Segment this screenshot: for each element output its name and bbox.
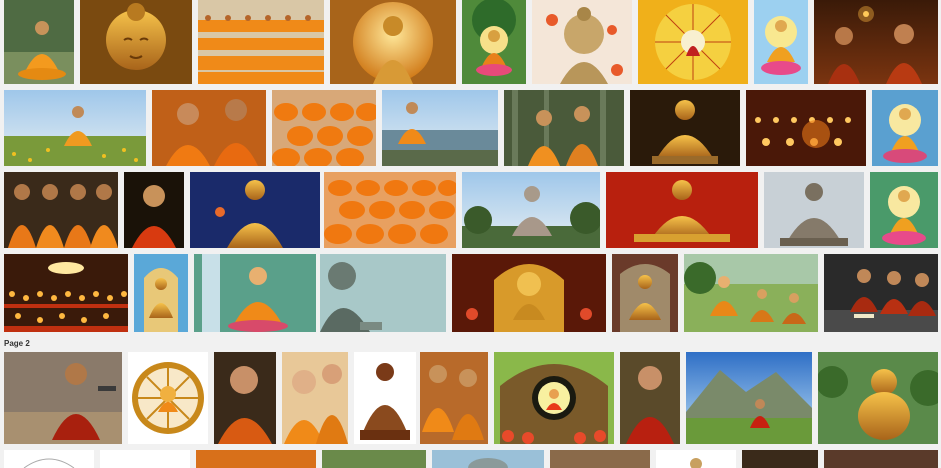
result-image-buddha-painting[interactable] (872, 90, 938, 166)
result-image-buddha-statue-petals[interactable] (532, 0, 632, 84)
result-image-eightfold-path-diagram[interactable] (638, 0, 748, 84)
result-image-buddha-tree-painting[interactable] (462, 0, 526, 84)
result-image-boy-monk-red[interactable] (620, 352, 680, 444)
result-image-monks-candles[interactable] (814, 0, 938, 84)
result-image-golden-buddha-red[interactable] (606, 172, 758, 248)
result-image-temple-shrine[interactable] (452, 254, 606, 332)
result-image-buddha-niche[interactable] (134, 254, 188, 332)
result-image-monk-meadow[interactable] (4, 90, 146, 166)
result-image-partial-6[interactable] (550, 450, 650, 468)
result-image-monks-crowd[interactable] (272, 90, 376, 166)
result-image-candle-rows[interactable] (746, 90, 866, 166)
result-image-partial-7[interactable] (656, 450, 736, 468)
result-image-praying-monks[interactable] (152, 90, 266, 166)
result-image-monks-rows[interactable] (198, 0, 324, 84)
results-row-1 (0, 0, 941, 84)
result-image-young-monk[interactable] (124, 172, 184, 248)
results-row-3 (0, 172, 941, 248)
result-image-bronze-buddha-white[interactable] (354, 352, 416, 444)
result-image-giant-buddha-mist[interactable] (320, 254, 446, 332)
result-image-many-armed-buddha[interactable] (330, 0, 456, 84)
result-image-monk-children-group[interactable] (420, 352, 488, 444)
result-image-cartoon-buddha-cave[interactable] (494, 352, 614, 444)
result-image-partial-1[interactable] (4, 450, 94, 468)
result-image-buddha-waterfall-painting[interactable] (194, 254, 316, 332)
result-image-monk-cliff[interactable] (382, 90, 498, 166)
result-image-child-monks-smiling[interactable] (282, 352, 348, 444)
result-image-golden-buddha-shrine[interactable] (612, 254, 678, 332)
result-image-old-monk[interactable] (214, 352, 276, 444)
results-row-5 (0, 352, 941, 444)
result-image-laughing-buddha[interactable] (818, 352, 938, 444)
result-image-partial-3[interactable] (196, 450, 316, 468)
result-image-stone-buddha-sky[interactable] (462, 172, 600, 248)
result-image-partial-4[interactable] (322, 450, 426, 468)
result-image-partial-5[interactable] (432, 450, 544, 468)
result-image-buddha-lotus-blue[interactable] (754, 0, 808, 84)
result-image-meditating-monk[interactable] (4, 0, 74, 84)
result-image-boy-monk-gun[interactable] (4, 352, 122, 444)
result-image-buddha-disciples-painting[interactable] (684, 254, 818, 332)
result-image-monks-assembly[interactable] (324, 172, 456, 248)
result-image-golden-buddha-statue[interactable] (630, 90, 740, 166)
results-row-4 (0, 254, 941, 332)
result-image-stone-buddha-grey[interactable] (764, 172, 864, 248)
result-image-monk-children-forest[interactable] (504, 90, 624, 166)
result-image-monks-reading[interactable] (824, 254, 938, 332)
result-image-monk-mountain[interactable] (686, 352, 812, 444)
result-image-monks-praying-row[interactable] (4, 172, 118, 248)
results-row-6 (0, 450, 941, 468)
page-label: Page 2 (4, 339, 30, 348)
result-image-partial-2[interactable] (100, 450, 190, 468)
result-image-partial-8[interactable] (742, 450, 818, 468)
results-row-2 (0, 90, 941, 166)
result-image-buddha-lotus-painting[interactable] (870, 172, 938, 248)
result-image-dharma-wheel-buddha[interactable] (128, 352, 208, 444)
result-image-golden-buddha-face[interactable] (80, 0, 192, 84)
result-image-partial-9[interactable] (824, 450, 938, 468)
result-image-candle-ceremony[interactable] (4, 254, 128, 332)
result-image-buddha-blue-bg[interactable] (190, 172, 320, 248)
